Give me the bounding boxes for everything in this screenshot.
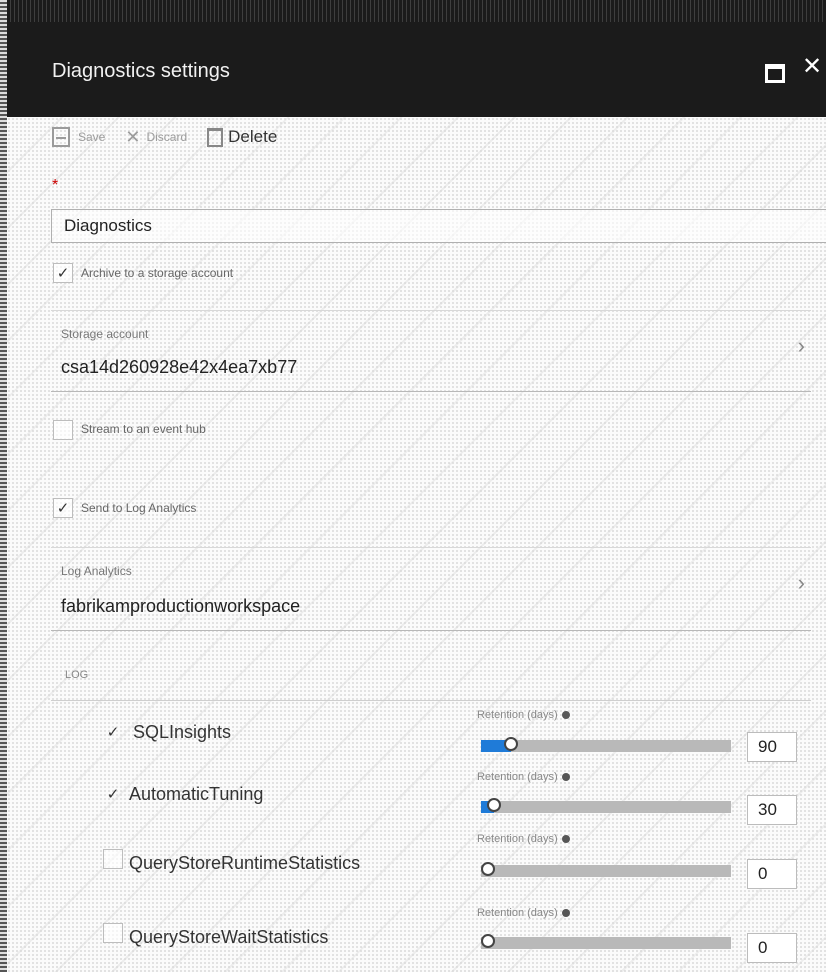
retention-label: Retention (days) [477, 907, 570, 919]
retention-slider[interactable] [481, 737, 731, 752]
close-icon[interactable]: ✕ [802, 52, 822, 81]
retention-days-input[interactable] [747, 795, 797, 825]
log-category-name: QueryStoreRuntimeStatistics [129, 853, 361, 873]
event-hub-label: Stream to an event hub [81, 422, 206, 436]
header-dither [7, 0, 826, 22]
slider-thumb[interactable] [504, 737, 518, 751]
trash-icon [207, 127, 224, 147]
blade-header: Diagnostics settings ✕ [7, 0, 826, 117]
querystorewait-checkbox[interactable] [103, 923, 123, 943]
log-analytics-value: fabrikamproductionworkspace [61, 596, 301, 616]
window-left-edge [0, 0, 7, 972]
delete-button[interactable]: Delete [207, 127, 277, 147]
chevron-right-icon: › [797, 333, 805, 358]
log-analytics-option-label: Send to Log Analytics [81, 501, 197, 515]
retention-label: Retention (days) [477, 709, 570, 721]
log-row: QueryStoreRuntimeStatistics Retention (d… [51, 829, 811, 895]
retention-days-input[interactable] [747, 859, 797, 889]
info-icon [561, 835, 570, 844]
automatictuning-checkbox[interactable]: ✓ [103, 784, 123, 804]
x-icon: ✕ [125, 126, 141, 147]
command-bar: Save ✕ Discard Delete [52, 125, 297, 149]
log-category-name: SQLInsights [133, 722, 232, 742]
log-analytics-label: Log Analytics [61, 564, 132, 578]
archive-checkbox[interactable]: ✓ [53, 263, 73, 283]
querystoreruntime-checkbox[interactable] [103, 849, 123, 869]
name-input[interactable] [51, 209, 826, 243]
checkmark-icon: ✓ [56, 500, 70, 517]
slider-thumb[interactable] [481, 934, 495, 948]
discard-button[interactable]: ✕ Discard [125, 127, 187, 148]
log-section-label: LOG [65, 669, 89, 681]
maximize-icon[interactable] [765, 64, 785, 83]
required-marker: * [52, 177, 59, 194]
info-icon [561, 773, 570, 782]
log-analytics-checkbox[interactable]: ✓ [53, 498, 73, 518]
log-category-name: QueryStoreWaitStatistics [129, 927, 329, 947]
delete-label: Delete [228, 127, 278, 146]
storage-account-label: Storage account [61, 327, 149, 341]
archive-label: Archive to a storage account [81, 266, 234, 280]
discard-label: Discard [146, 130, 188, 144]
event-hub-checkbox[interactable] [53, 420, 73, 440]
checkmark-icon: ✓ [106, 786, 120, 803]
chevron-right-icon: › [797, 570, 805, 595]
retention-label: Retention (days) [477, 771, 570, 783]
save-button[interactable]: Save [52, 127, 105, 147]
retention-days-input[interactable] [747, 732, 797, 762]
retention-slider[interactable] [481, 862, 731, 877]
slider-thumb[interactable] [481, 862, 495, 876]
retention-slider[interactable] [481, 934, 731, 949]
settings-panel: Save ✕ Discard Delete * ✓ Archive to a s… [7, 117, 826, 972]
log-analytics-picker[interactable]: Log Analytics fabrikamproductionworkspac… [51, 547, 811, 631]
retention-days-input[interactable] [747, 933, 797, 963]
sqlinsights-checkbox[interactable]: ✓ [103, 722, 123, 742]
info-icon [561, 711, 570, 720]
log-category-name: AutomaticTuning [129, 784, 264, 804]
save-label: Save [78, 130, 106, 144]
retention-label: Retention (days) [477, 833, 570, 845]
log-row: ✓ SQLInsights Retention (days) [51, 705, 811, 771]
log-row: ✓ AutomaticTuning Retention (days) [51, 767, 811, 833]
log-divider [51, 700, 811, 701]
log-row: QueryStoreWaitStatistics Retention (days… [51, 903, 811, 969]
storage-account-picker[interactable]: Storage account csa14d260928e42x4ea7xb77… [51, 310, 811, 392]
checkmark-icon: ✓ [56, 265, 70, 282]
floppy-disk-icon [52, 127, 70, 147]
slider-thumb[interactable] [487, 798, 501, 812]
info-icon [561, 909, 570, 918]
storage-account-value: csa14d260928e42x4ea7xb77 [61, 357, 298, 377]
retention-slider[interactable] [481, 798, 731, 813]
page-title: Diagnostics settings [52, 60, 230, 82]
checkmark-icon: ✓ [106, 724, 120, 741]
